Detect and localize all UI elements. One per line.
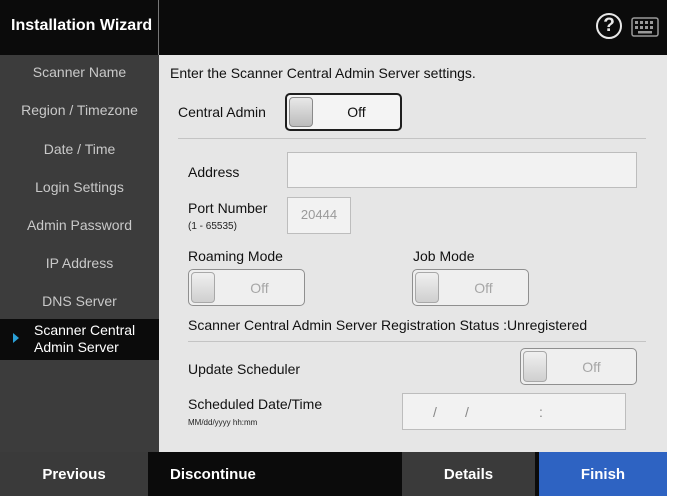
roaming-mode-state: Off bbox=[250, 279, 269, 296]
registration-status-label: Scanner Central Admin Server Registratio… bbox=[188, 317, 500, 333]
update-scheduler-state: Off bbox=[582, 358, 601, 375]
window-title: Installation Wizard bbox=[11, 17, 153, 34]
sidebar-item-label-line2: Admin Server bbox=[34, 339, 119, 355]
roaming-mode-toggle[interactable]: Off bbox=[188, 269, 305, 306]
previous-button[interactable]: Previous bbox=[0, 452, 148, 496]
help-icon[interactable]: ? bbox=[596, 13, 622, 39]
sidebar-item-label-line1: Scanner Central bbox=[34, 322, 136, 338]
finish-button[interactable]: Finish bbox=[539, 452, 667, 496]
sidebar-item-region-timezone[interactable]: Region / Timezone bbox=[0, 102, 159, 118]
keyboard-icon[interactable] bbox=[631, 17, 659, 37]
wizard-window: Installation Wizard ? Scanner Name Regio… bbox=[0, 0, 667, 496]
toggle-knob bbox=[415, 272, 439, 303]
details-button[interactable]: Details bbox=[402, 452, 535, 496]
sidebar-item-login-settings[interactable]: Login Settings bbox=[0, 179, 159, 195]
central-admin-toggle[interactable]: Off bbox=[285, 93, 402, 131]
port-number-label: Port Number bbox=[188, 200, 268, 216]
discontinue-button[interactable]: Discontinue bbox=[159, 452, 267, 496]
registration-status-value: Unregistered bbox=[507, 317, 588, 333]
sidebar-item-scanner-central-admin-server[interactable]: Scanner Central Admin Server bbox=[0, 319, 159, 360]
port-range-hint: (1 - 65535) bbox=[188, 221, 237, 232]
job-mode-label: Job Mode bbox=[413, 248, 475, 264]
title-divider bbox=[158, 0, 159, 55]
section-divider bbox=[178, 138, 646, 139]
toggle-knob bbox=[289, 97, 313, 127]
sidebar-item-admin-password[interactable]: Admin Password bbox=[0, 217, 159, 233]
central-admin-label: Central Admin bbox=[178, 104, 266, 120]
sidebar-item-dns-server[interactable]: DNS Server bbox=[0, 293, 159, 309]
settings-panel: Enter the Scanner Central Admin Server s… bbox=[159, 55, 667, 452]
central-admin-state: Off bbox=[347, 104, 366, 120]
job-mode-state: Off bbox=[474, 279, 493, 296]
sidebar-item-date-time[interactable]: Date / Time bbox=[0, 141, 159, 157]
scheduled-datetime-label: Scheduled Date/Time bbox=[188, 396, 323, 412]
update-scheduler-toggle[interactable]: Off bbox=[520, 348, 637, 385]
job-mode-toggle[interactable]: Off bbox=[412, 269, 529, 306]
date-slash-2: / bbox=[465, 404, 469, 420]
active-step-arrow-icon bbox=[13, 333, 19, 343]
wizard-steps-sidebar: Scanner Name Region / Timezone Date / Ti… bbox=[0, 55, 159, 452]
toggle-knob bbox=[191, 272, 215, 303]
scheduled-datetime-format-hint: MM/dd/yyyy hh:mm bbox=[188, 418, 258, 427]
time-colon: : bbox=[539, 404, 543, 420]
title-bar: Installation Wizard ? bbox=[0, 0, 667, 55]
date-slash-1: / bbox=[433, 404, 437, 420]
sidebar-item-scanner-name[interactable]: Scanner Name bbox=[0, 64, 159, 80]
sidebar-item-label: Scanner Central Admin Server bbox=[34, 322, 135, 356]
registration-status: Scanner Central Admin Server Registratio… bbox=[188, 317, 587, 333]
update-scheduler-label: Update Scheduler bbox=[188, 361, 301, 377]
roaming-mode-label: Roaming Mode bbox=[188, 248, 283, 264]
instruction-text: Enter the Scanner Central Admin Server s… bbox=[170, 65, 476, 81]
address-input[interactable] bbox=[287, 152, 637, 188]
port-number-value: 20444 bbox=[300, 207, 338, 222]
scheduled-datetime-input[interactable]: / / : bbox=[402, 393, 626, 430]
section-divider bbox=[188, 341, 646, 342]
port-number-input[interactable]: 20444 bbox=[287, 197, 351, 234]
sidebar-item-ip-address[interactable]: IP Address bbox=[0, 255, 159, 271]
footer-bar: Previous Discontinue Details Finish bbox=[0, 452, 667, 496]
address-label: Address bbox=[188, 164, 240, 180]
toggle-knob bbox=[523, 351, 547, 382]
